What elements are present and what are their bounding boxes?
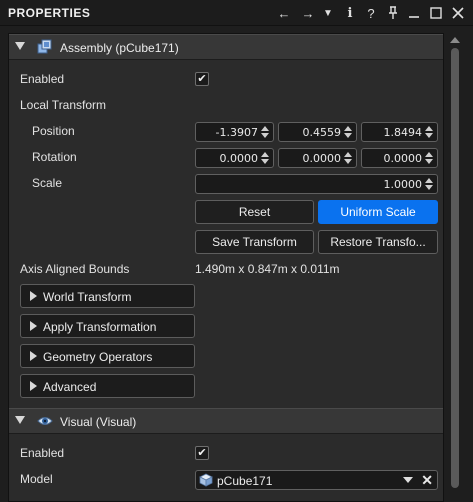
apply-transformation-collapser[interactable]: Apply Transformation xyxy=(20,314,195,338)
world-transform-label: World Transform xyxy=(43,290,132,304)
visual-enabled-label: Enabled xyxy=(20,446,65,460)
collapse-triangle-icon[interactable] xyxy=(15,416,25,424)
uniform-scale-button[interactable]: Uniform Scale xyxy=(318,200,438,224)
apply-transformation-label: Apply Transformation xyxy=(43,320,157,334)
expand-triangle-icon xyxy=(30,291,37,301)
dropdown-menu-icon[interactable]: ▼ xyxy=(318,3,338,23)
assembly-section-title: Assembly (pCube171) xyxy=(60,41,179,55)
rotation-z-value: 0.0000 xyxy=(383,152,423,165)
position-y-field[interactable]: 0.4559 xyxy=(278,122,357,142)
assembly-enabled-checkbox[interactable]: ✔ xyxy=(195,72,209,86)
spin-arrows-icon[interactable] xyxy=(261,125,270,139)
restore-transform-button[interactable]: Restore Transfo... xyxy=(318,230,438,254)
scale-value: 1.0000 xyxy=(383,178,423,191)
spin-arrows-icon[interactable] xyxy=(344,125,353,139)
visual-section-title: Visual (Visual) xyxy=(60,415,137,429)
position-z-value: 1.8494 xyxy=(383,126,423,139)
close-icon[interactable] xyxy=(448,3,468,23)
spin-arrows-icon[interactable] xyxy=(425,151,434,165)
rotation-x-value: 0.0000 xyxy=(219,152,259,165)
maximize-icon[interactable] xyxy=(426,3,446,23)
spin-arrows-icon[interactable] xyxy=(261,151,270,165)
axis-aligned-bounds-value: 1.490m x 0.847m x 0.011m xyxy=(195,262,340,276)
properties-panel: Assembly (pCube171) Enabled ✔ Local Tran… xyxy=(8,33,444,502)
spin-arrows-icon[interactable] xyxy=(344,151,353,165)
visual-enabled-checkbox[interactable]: ✔ xyxy=(195,446,209,460)
spin-arrows-icon[interactable] xyxy=(425,177,434,191)
reset-button[interactable]: Reset xyxy=(195,200,314,224)
world-transform-collapser[interactable]: World Transform xyxy=(20,284,195,308)
position-z-field[interactable]: 1.8494 xyxy=(361,122,438,142)
position-label: Position xyxy=(32,124,75,138)
assembly-icon xyxy=(37,39,52,54)
scrollbar-thumb[interactable] xyxy=(451,48,459,488)
save-transform-button[interactable]: Save Transform xyxy=(195,230,314,254)
info-icon[interactable]: i xyxy=(340,3,360,23)
help-icon[interactable]: ? xyxy=(361,3,381,23)
rotation-x-field[interactable]: 0.0000 xyxy=(195,148,274,168)
model-select[interactable]: pCube171 ✕ xyxy=(195,470,438,490)
window-title: PROPERTIES xyxy=(8,6,91,20)
clear-icon[interactable]: ✕ xyxy=(421,472,433,489)
back-arrow-icon[interactable]: ← xyxy=(274,3,294,23)
axis-aligned-bounds-label: Axis Aligned Bounds xyxy=(20,262,130,276)
chevron-down-icon[interactable] xyxy=(403,477,413,483)
position-y-value: 0.4559 xyxy=(302,126,342,139)
minimize-icon[interactable] xyxy=(404,3,424,23)
eye-icon xyxy=(37,417,53,425)
geometry-operators-label: Geometry Operators xyxy=(43,350,153,364)
rotation-y-value: 0.0000 xyxy=(302,152,342,165)
position-x-value: -1.3907 xyxy=(215,126,258,139)
assembly-section-header[interactable]: Assembly (pCube171) xyxy=(9,34,443,60)
forward-arrow-icon[interactable]: → xyxy=(298,3,318,23)
advanced-label: Advanced xyxy=(43,380,97,394)
window-titlebar: PROPERTIES ← → ▼ i ? xyxy=(0,0,473,26)
mesh-cube-icon xyxy=(199,473,213,487)
rotation-z-field[interactable]: 0.0000 xyxy=(361,148,438,168)
scroll-up-arrow-icon[interactable] xyxy=(450,37,460,43)
scale-field[interactable]: 1.0000 xyxy=(195,174,438,194)
collapse-triangle-icon[interactable] xyxy=(15,42,25,50)
spin-arrows-icon[interactable] xyxy=(425,125,434,139)
scale-label: Scale xyxy=(32,176,63,190)
expand-triangle-icon xyxy=(30,381,37,391)
expand-triangle-icon xyxy=(30,321,37,331)
position-x-field[interactable]: -1.3907 xyxy=(195,122,274,142)
visual-section-header[interactable]: Visual (Visual) xyxy=(9,408,443,434)
pin-icon[interactable] xyxy=(383,3,403,23)
local-transform-label: Local Transform xyxy=(20,98,107,112)
geometry-operators-collapser[interactable]: Geometry Operators xyxy=(20,344,195,368)
model-value: pCube171 xyxy=(217,474,273,488)
rotation-label: Rotation xyxy=(32,150,77,164)
model-label: Model xyxy=(20,472,53,486)
rotation-y-field[interactable]: 0.0000 xyxy=(278,148,357,168)
expand-triangle-icon xyxy=(30,351,37,361)
advanced-collapser[interactable]: Advanced xyxy=(20,374,195,398)
assembly-enabled-label: Enabled xyxy=(20,72,65,86)
